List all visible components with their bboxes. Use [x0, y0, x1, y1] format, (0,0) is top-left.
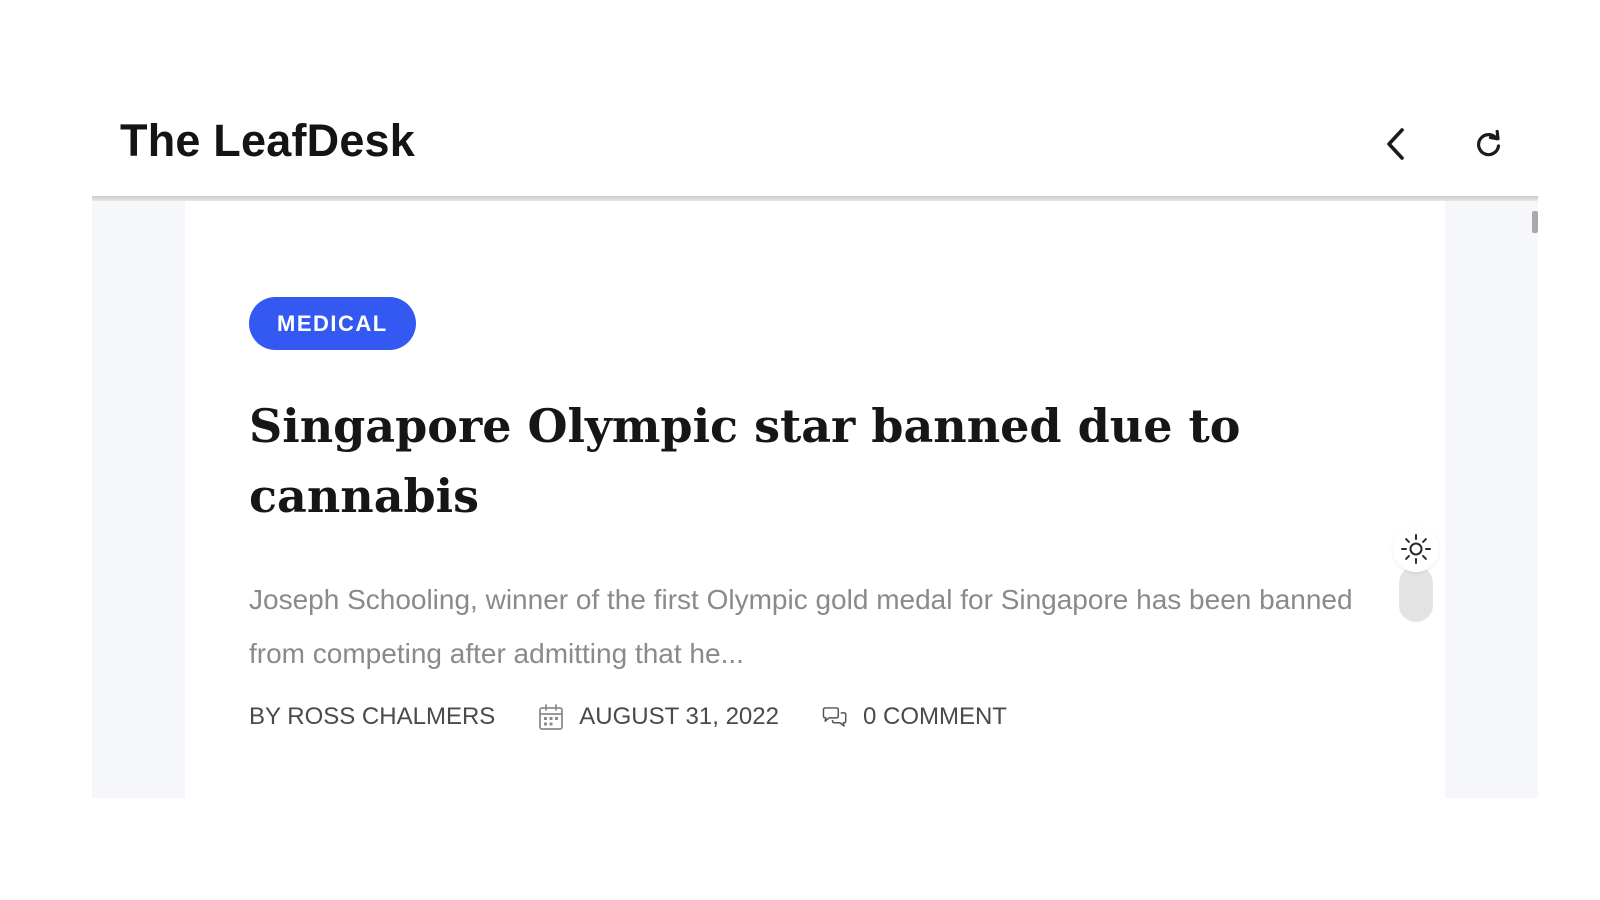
chevron-left-icon	[1387, 128, 1404, 160]
author-link[interactable]: BY ROSS CHALMERS	[249, 703, 495, 731]
date-meta: AUGUST 31, 2022	[537, 703, 779, 731]
theme-toggle[interactable]	[1393, 526, 1439, 634]
theme-toggle-knob	[1393, 526, 1439, 572]
scrollbar-thumb[interactable]	[1532, 211, 1538, 233]
article-excerpt: Joseph Schooling, winner of the first Ol…	[249, 584, 1353, 669]
article-card: MEDICAL Singapore Olympic star banned du…	[185, 201, 1445, 798]
app-header: The LeafDesk	[92, 90, 1538, 197]
theme-toggle-track	[1399, 566, 1433, 622]
page-viewport[interactable]: MEDICAL Singapore Olympic star banned du…	[92, 201, 1538, 798]
author-meta: BY ROSS CHALMERS	[249, 703, 495, 731]
article-date: AUGUST 31, 2022	[579, 703, 779, 730]
app-frame: The LeafDesk MEDICAL Singapore Olympic s…	[92, 90, 1538, 798]
article-meta: BY ROSS CHALMERS AUGUST 31, 2022 0 COMME…	[249, 703, 1007, 731]
app-title: The LeafDesk	[120, 115, 416, 166]
reload-icon	[1477, 129, 1501, 157]
reload-button[interactable]	[1467, 122, 1511, 166]
comments-meta: 0 COMMENT	[821, 703, 1007, 731]
article-headline[interactable]: Singapore Olympic star banned due to can…	[249, 391, 1329, 531]
category-badge[interactable]: MEDICAL	[249, 297, 416, 350]
back-button[interactable]	[1375, 122, 1419, 166]
comments-icon	[821, 703, 849, 731]
sun-icon	[1401, 534, 1431, 564]
comment-count-link[interactable]: 0 COMMENT	[863, 703, 1007, 731]
calendar-icon	[537, 703, 565, 731]
